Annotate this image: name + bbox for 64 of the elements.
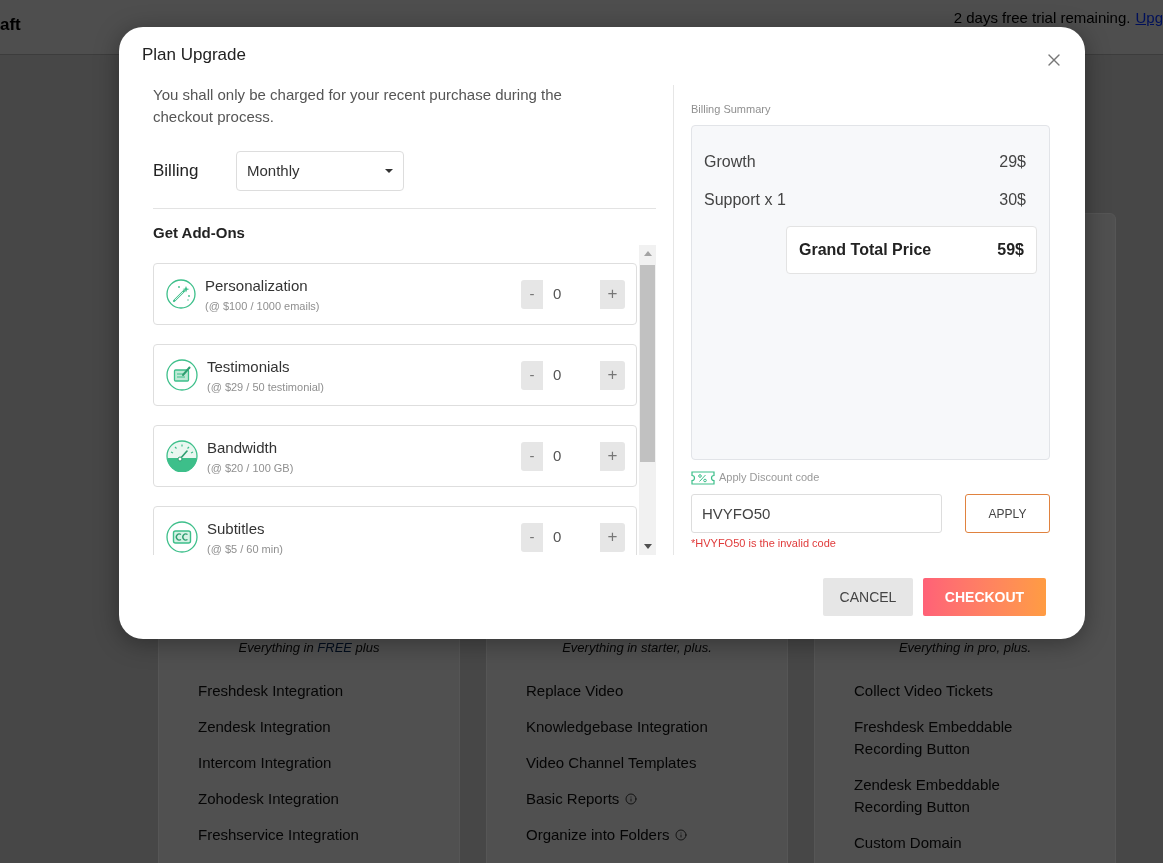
decrement-button[interactable]: - bbox=[521, 441, 543, 471]
scrollbar-thumb[interactable] bbox=[640, 265, 655, 462]
upgrade-link[interactable]: Upg bbox=[1135, 9, 1163, 27]
decrement-button[interactable]: - bbox=[521, 360, 543, 390]
addon-price: (@ $5 / 60 min) bbox=[207, 541, 283, 555]
discount-ticket-icon bbox=[691, 470, 715, 485]
grand-total-label: Grand Total Price bbox=[799, 240, 932, 260]
plan-feature: Organize into Folders bbox=[526, 825, 670, 845]
plan-feature: Replace Video bbox=[526, 681, 624, 701]
grand-total-amount: 59$ bbox=[997, 240, 1024, 260]
summary-item-amount: 30$ bbox=[999, 190, 1026, 210]
billing-period-select[interactable]: Monthly bbox=[236, 151, 404, 191]
addons-title: Get Add-Ons bbox=[153, 223, 245, 243]
plan-feature: Zendesk Embeddable Recording Button bbox=[854, 775, 1001, 817]
apply-button[interactable]: APPLY bbox=[965, 494, 1050, 533]
summary-item-amount: 29$ bbox=[999, 152, 1026, 172]
plan-feature: Intercom Integration bbox=[198, 753, 332, 773]
summary-item-label: Growth bbox=[704, 152, 756, 172]
plan-intro: Everything in FREE plus bbox=[237, 640, 381, 656]
summary-item-label: Support x 1 bbox=[704, 190, 786, 210]
plan-feature: Basic Reports bbox=[526, 789, 620, 809]
addon-name: Testimonials bbox=[207, 356, 290, 377]
checkout-button[interactable]: CHECKOUT bbox=[923, 578, 1046, 616]
scroll-down-arrow-icon[interactable] bbox=[643, 544, 652, 549]
board-with-pen-icon bbox=[166, 359, 198, 391]
discount-code-input[interactable]: HVYFO50 bbox=[691, 494, 942, 533]
addon-name: Subtitles bbox=[207, 518, 265, 539]
caret-down-icon bbox=[385, 169, 393, 173]
addon-price: (@ $29 / 50 testimonial) bbox=[207, 379, 324, 394]
plan-feature: Knowledgebase Integration bbox=[526, 717, 708, 737]
plan-feature: Freshdesk Embeddable Recording Button bbox=[854, 717, 1014, 759]
plan-feature: Freshservice Integration bbox=[198, 825, 359, 845]
scrollbar[interactable] bbox=[639, 245, 656, 555]
addon-price: (@ $100 / 1000 emails) bbox=[205, 298, 320, 313]
free-plan-link[interactable]: FREE bbox=[317, 640, 352, 655]
addon-name: Bandwidth bbox=[207, 437, 278, 458]
plan-feature: Zohodesk Integration bbox=[198, 789, 339, 809]
plan-intro: Everything in starter, plus. bbox=[561, 640, 713, 656]
increment-button[interactable]: + bbox=[600, 441, 625, 471]
plan-feature: Zendesk Integration bbox=[198, 717, 331, 737]
discount-error: *HVYFO50 is the invalid code bbox=[691, 536, 836, 550]
decrement-button[interactable]: - bbox=[521, 522, 543, 552]
decrement-button[interactable]: - bbox=[521, 279, 543, 309]
addon-name: Personalization bbox=[205, 275, 308, 296]
trial-notice: 2 days free trial remaining. bbox=[953, 9, 1131, 27]
summary-title: Billing Summary bbox=[691, 102, 771, 117]
billing-label: Billing bbox=[153, 160, 200, 183]
page-title: aft bbox=[0, 15, 21, 35]
discount-label: Apply Discount code bbox=[719, 470, 820, 485]
plan-feature: Video Channel Templates bbox=[526, 753, 697, 773]
charge-note: You shall only be charged for your recent purchase during the checkout process. bbox=[153, 85, 563, 127]
cancel-button[interactable]: CANCEL bbox=[823, 578, 913, 616]
speedometer-icon bbox=[166, 440, 198, 472]
magic-wand-icon bbox=[166, 279, 196, 309]
dialog-title: Plan Upgrade bbox=[142, 44, 246, 66]
plan-feature: Custom Domain bbox=[854, 833, 962, 853]
plan-intro: Everything in pro, plus. bbox=[897, 640, 1033, 656]
increment-button[interactable]: + bbox=[600, 360, 625, 390]
increment-button[interactable]: + bbox=[600, 522, 625, 552]
addon-price: (@ $20 / 100 GB) bbox=[207, 460, 294, 475]
scroll-up-arrow-icon[interactable] bbox=[643, 251, 652, 256]
increment-button[interactable]: + bbox=[600, 279, 625, 309]
plan-feature: Collect Video Tickets bbox=[854, 681, 993, 701]
plan-feature: Freshdesk Integration bbox=[198, 681, 344, 701]
